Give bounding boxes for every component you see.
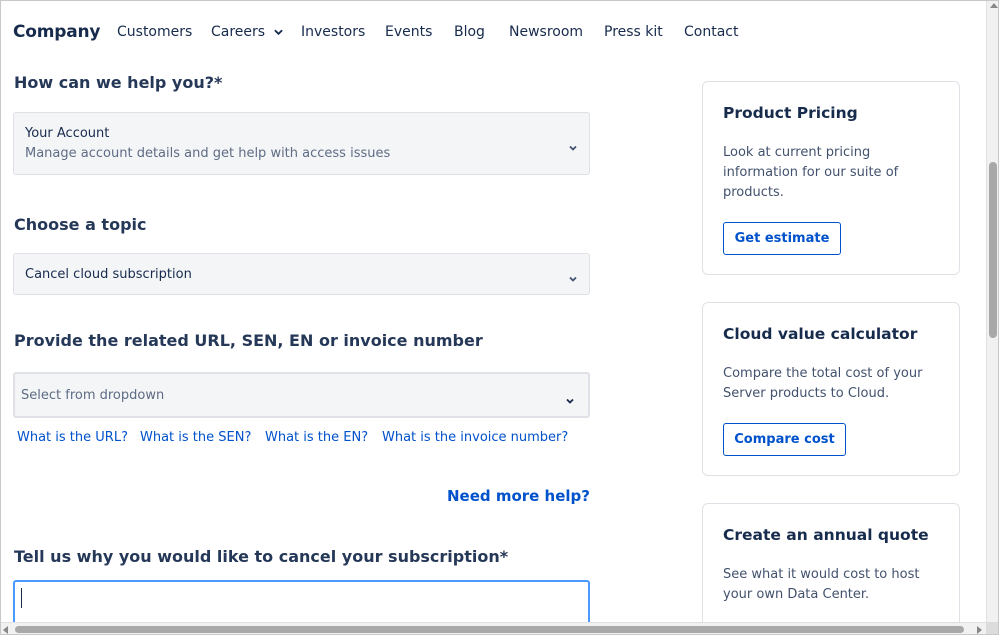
chevron-down-icon bbox=[568, 138, 578, 151]
chevron-down-icon bbox=[565, 391, 575, 404]
nav-blog[interactable]: Blog bbox=[454, 24, 485, 40]
card-text: Look at current pricing information for … bbox=[723, 145, 899, 200]
help-category-subtitle: Manage account details and get help with… bbox=[25, 146, 391, 161]
what-is-sen-link[interactable]: What is the SEN? bbox=[140, 430, 251, 445]
related-id-placeholder: Select from dropdown bbox=[21, 388, 165, 403]
horizontal-scroll-thumb[interactable] bbox=[15, 626, 964, 633]
card-title: Product Pricing bbox=[723, 104, 858, 122]
cancel-reason-label: Tell us why you would like to cancel you… bbox=[14, 547, 509, 566]
card-title: Create an annual quote bbox=[723, 526, 929, 544]
horizontal-scrollbar[interactable] bbox=[0, 622, 999, 635]
what-is-invoice-number-link[interactable]: What is the invoice number? bbox=[382, 430, 568, 445]
company-logo[interactable]: Company bbox=[13, 22, 100, 42]
nav-newsroom[interactable]: Newsroom bbox=[509, 24, 583, 40]
nav-contact[interactable]: Contact bbox=[684, 24, 738, 40]
nav-investors[interactable]: Investors bbox=[301, 24, 365, 40]
chevron-down-icon bbox=[274, 28, 283, 36]
cloud-value-calculator-card: Cloud value calculator Compare the total… bbox=[702, 302, 960, 476]
help-category-select[interactable]: Your Account Manage account details and … bbox=[13, 112, 590, 175]
annual-quote-card: Create an annual quote See what it would… bbox=[702, 503, 960, 635]
scroll-left-icon[interactable] bbox=[3, 626, 8, 634]
nav-press-kit[interactable]: Press kit bbox=[604, 24, 663, 40]
compare-cost-button[interactable]: Compare cost bbox=[723, 423, 846, 456]
related-id-select[interactable]: Select from dropdown bbox=[13, 372, 590, 418]
product-pricing-card: Product Pricing Look at current pricing … bbox=[702, 81, 960, 275]
help-category-label: How can we help you?* bbox=[14, 73, 223, 92]
related-id-label: Provide the related URL, SEN, EN or invo… bbox=[14, 331, 483, 350]
scroll-right-icon[interactable] bbox=[977, 626, 982, 634]
get-estimate-button[interactable]: Get estimate bbox=[723, 222, 841, 255]
need-more-help-link[interactable]: Need more help? bbox=[447, 487, 590, 505]
topic-select[interactable]: Cancel cloud subscription bbox=[13, 253, 590, 295]
top-nav: Company Customers Careers Investors Even… bbox=[0, 0, 986, 64]
nav-careers[interactable]: Careers bbox=[211, 24, 283, 40]
scroll-up-icon[interactable] bbox=[990, 3, 998, 8]
vertical-scrollbar[interactable] bbox=[986, 0, 999, 622]
chevron-down-icon bbox=[568, 269, 578, 282]
nav-careers-label: Careers bbox=[211, 24, 266, 40]
card-text: Compare the total cost of your Server pr… bbox=[723, 366, 923, 401]
text-cursor bbox=[21, 588, 22, 608]
scrollbar-corner bbox=[986, 622, 999, 635]
topic-select-value: Cancel cloud subscription bbox=[25, 267, 192, 282]
help-category-title: Your Account bbox=[25, 126, 110, 141]
cancel-reason-textarea[interactable] bbox=[13, 580, 590, 628]
nav-customers[interactable]: Customers bbox=[117, 24, 192, 40]
topic-label: Choose a topic bbox=[14, 215, 147, 234]
what-is-url-link[interactable]: What is the URL? bbox=[17, 430, 128, 445]
vertical-scroll-thumb[interactable] bbox=[989, 162, 997, 338]
what-is-en-link[interactable]: What is the EN? bbox=[265, 430, 368, 445]
nav-events[interactable]: Events bbox=[385, 24, 432, 40]
card-text: See what it would cost to host your own … bbox=[723, 567, 920, 602]
card-title: Cloud value calculator bbox=[723, 325, 918, 343]
